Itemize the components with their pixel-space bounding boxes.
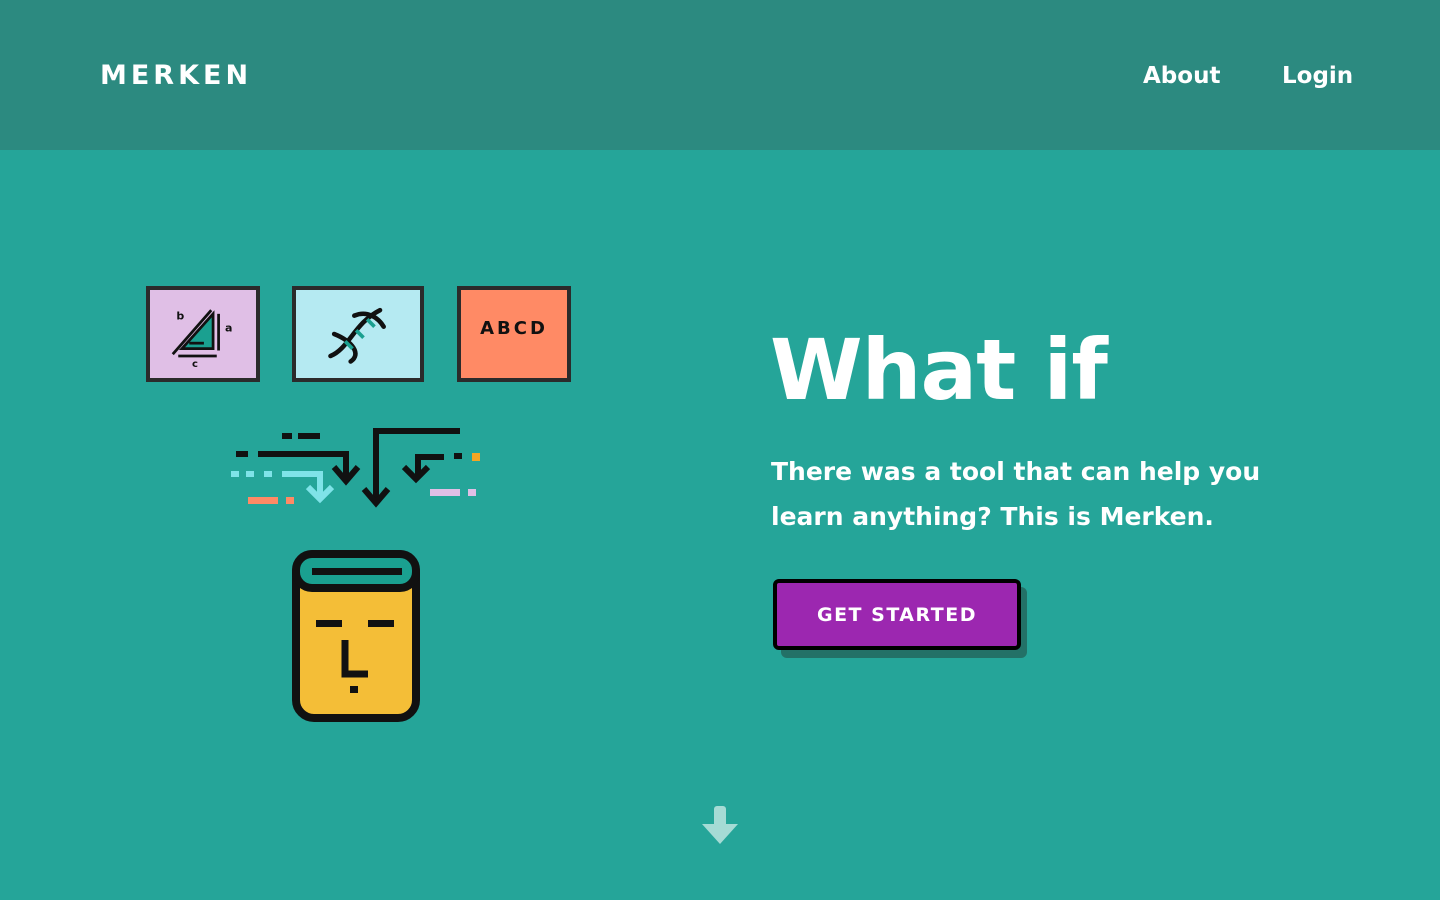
svg-text:b: b bbox=[176, 309, 184, 322]
hero-illustration: b a c ABCD bbox=[140, 280, 580, 725]
svg-text:a: a bbox=[225, 321, 232, 334]
triangle-geometry-icon: b a c bbox=[171, 309, 232, 370]
merging-arrows-icon bbox=[231, 428, 480, 508]
abcd-letters-card: ABCD bbox=[457, 286, 571, 382]
get-started-button[interactable]: GET STARTED bbox=[773, 579, 1021, 650]
dna-card bbox=[292, 286, 424, 382]
svg-text:c: c bbox=[192, 359, 198, 370]
triangle-geometry-card: b a c bbox=[146, 286, 260, 382]
book-face-icon bbox=[292, 550, 420, 722]
hero-subtext: There was a tool that can help you learn… bbox=[771, 457, 1261, 531]
top-navigation-bar: MERKEN About Login bbox=[0, 0, 1440, 150]
hero-headline: What if bbox=[770, 321, 1108, 419]
abcd-letters-icon: ABCD bbox=[480, 318, 548, 339]
logo[interactable]: MERKEN bbox=[100, 58, 252, 94]
nav-link-about[interactable]: About bbox=[1143, 58, 1220, 94]
nav-link-login[interactable]: Login bbox=[1282, 58, 1353, 94]
arrow-down-icon[interactable] bbox=[702, 806, 738, 846]
dna-icon bbox=[328, 307, 386, 364]
